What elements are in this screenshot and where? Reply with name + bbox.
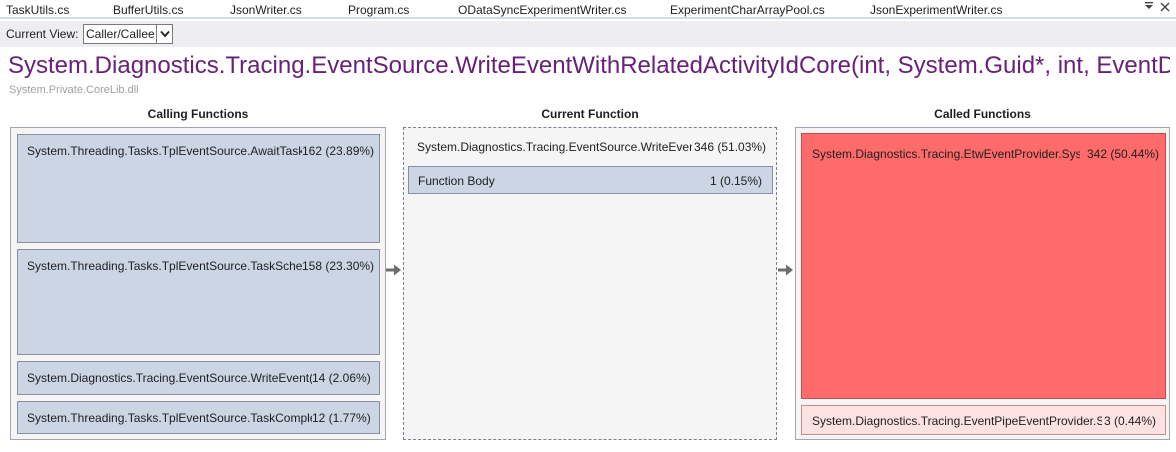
view-toolbar: Current View: Caller/Callee xyxy=(0,21,1176,47)
called-functions-header: Called Functions xyxy=(934,107,1031,121)
arrow-right-icon xyxy=(778,264,793,276)
tab-bufferutils[interactable]: BufferUtils.cs xyxy=(113,3,183,17)
function-value: 162 (23.89%) xyxy=(302,144,375,158)
function-title: System.Diagnostics.Tracing.EventSource.W… xyxy=(8,52,1170,79)
current-view-value: Caller/Callee xyxy=(86,27,155,41)
current-function-name: System.Diagnostics.Tracing.EventSource.W… xyxy=(417,140,692,154)
calling-function-item[interactable]: System.Threading.Tasks.TplEventSource.Aw… xyxy=(17,134,380,243)
function-value: 158 (23.30%) xyxy=(302,259,375,273)
tab-jsonexperimentwriter[interactable]: JsonExperimentWriter.cs xyxy=(870,3,1003,17)
function-body-value: 1 (0.15%) xyxy=(709,174,762,188)
function-value: 14 (2.06%) xyxy=(312,371,371,385)
called-function-item[interactable]: System.Diagnostics.Tracing.EventPipeEven… xyxy=(801,405,1166,435)
current-view-select[interactable]: Caller/Callee xyxy=(83,24,173,44)
tab-experimentchararraypool[interactable]: ExperimentCharArrayPool.cs xyxy=(670,3,825,17)
function-value: 3 (0.44%) xyxy=(1104,414,1157,428)
function-name: System.Threading.Tasks.TplEventSource.Ta… xyxy=(27,259,302,273)
calling-function-item[interactable]: System.Threading.Tasks.TplEventSource.Ta… xyxy=(17,401,380,434)
current-function-value: 346 (51.03%) xyxy=(694,140,767,154)
function-body-item[interactable]: Function Body 1 (0.15%) xyxy=(408,166,773,194)
tab-odatasyncexperimentwriter[interactable]: ODataSyncExperimentWriter.cs xyxy=(458,3,627,17)
function-body-label: Function Body xyxy=(418,174,495,188)
current-view-label: Current View: xyxy=(6,27,79,41)
called-function-item[interactable]: System.Diagnostics.Tracing.EtwEventProvi… xyxy=(801,133,1166,399)
tab-taskutils[interactable]: TaskUtils.cs xyxy=(6,3,69,17)
function-name: System.Threading.Tasks.TplEventSource.Ta… xyxy=(27,411,312,425)
close-icon[interactable] xyxy=(1160,0,1170,15)
calling-function-item[interactable]: System.Diagnostics.Tracing.EventSource.W… xyxy=(17,361,380,395)
arrow-right-icon xyxy=(386,264,401,276)
function-value: 12 (1.77%) xyxy=(312,411,371,425)
calling-functions-panel: System.Threading.Tasks.TplEventSource.Aw… xyxy=(10,127,386,440)
function-name: System.Threading.Tasks.TplEventSource.Aw… xyxy=(27,144,302,158)
function-name: System.Diagnostics.Tracing.EtwEventProvi… xyxy=(812,147,1080,161)
current-function-panel: System.Diagnostics.Tracing.EventSource.W… xyxy=(403,127,777,440)
chevron-down-icon[interactable] xyxy=(156,25,172,43)
current-function-header: Current Function xyxy=(541,107,639,121)
module-name: System.Private.CoreLib.dll xyxy=(9,84,139,96)
tab-program[interactable]: Program.cs xyxy=(348,3,409,17)
called-functions-panel: System.Diagnostics.Tracing.EtwEventProvi… xyxy=(795,127,1170,440)
function-name: System.Diagnostics.Tracing.EventSource.W… xyxy=(27,371,312,385)
calling-function-item[interactable]: System.Threading.Tasks.TplEventSource.Ta… xyxy=(17,249,380,355)
calling-functions-header: Calling Functions xyxy=(147,107,249,121)
tab-jsonwriter[interactable]: JsonWriter.cs xyxy=(230,3,302,17)
function-value: 342 (50.44%) xyxy=(1087,147,1160,161)
function-name: System.Diagnostics.Tracing.EventPipeEven… xyxy=(812,414,1102,428)
document-tab-strip: TaskUtils.cs BufferUtils.cs JsonWriter.c… xyxy=(0,0,1176,19)
dropdown-menu-icon[interactable] xyxy=(1144,1,1154,14)
